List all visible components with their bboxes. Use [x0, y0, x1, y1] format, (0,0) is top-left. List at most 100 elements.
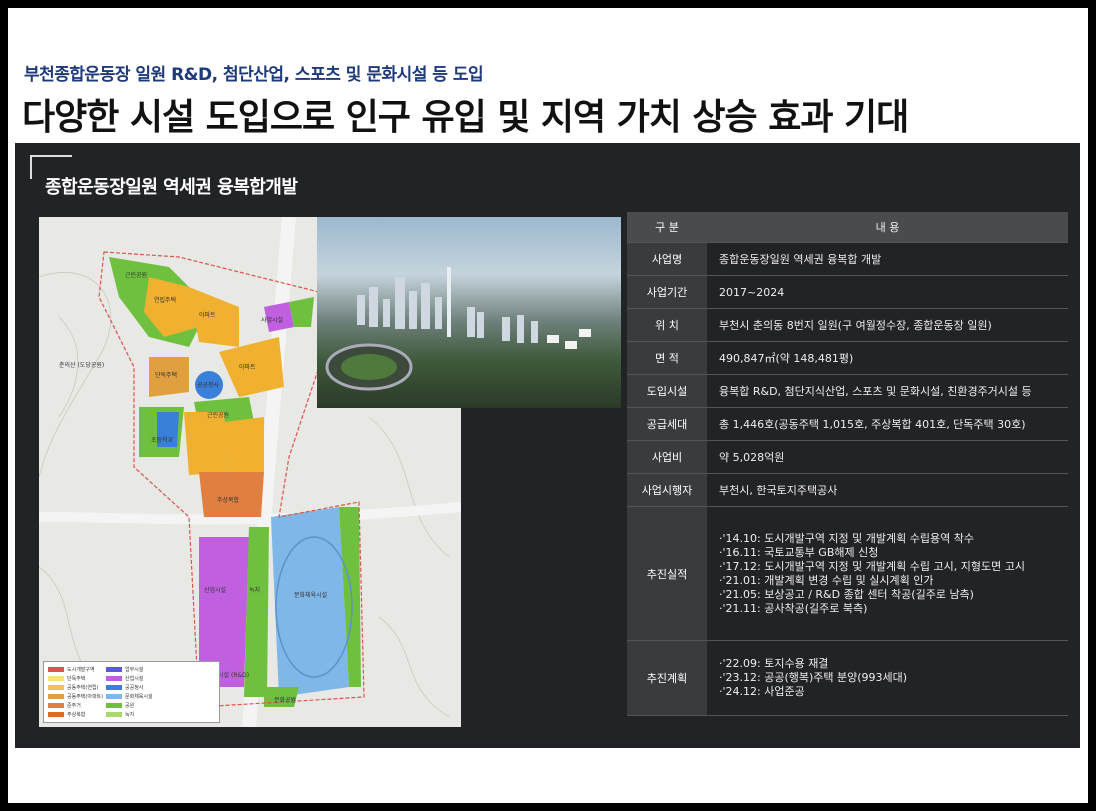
progress-list: ·'14.10: 도시개발구역 지정 및 개발계획 수립용역 착수 ·'16.1… [707, 506, 1068, 641]
map-label-apt2: 아파트 [239, 363, 256, 371]
legend-label: 도시개발구역 [67, 667, 95, 673]
map-legend: 도시개발구역 단독주택 공동주택(연립) 공동주택(아파트) 준주거 주상복합 … [43, 661, 220, 723]
legend-swatch [106, 694, 122, 699]
project-info-table: 구 분 내 용 사업명 종합운동장일원 역세권 융복합 개발 사업기간 2017~2… [627, 212, 1068, 716]
row-value: 약 5,028억원 [707, 440, 1068, 474]
legend-item: 녹지 [106, 711, 134, 718]
slide-subtitle: 부천종합운동장 일원 R&D, 첨단산업, 스포츠 및 문화시설 등 도입 [24, 65, 484, 85]
legend-label: 주상복합 [67, 712, 86, 718]
legend-swatch [48, 712, 64, 717]
map-label-mixed: 주상복합 [217, 496, 240, 504]
legend-swatch [48, 694, 64, 699]
map-label-apt1: 아파트 [199, 311, 216, 319]
row-key: 면 적 [627, 341, 707, 375]
plan-list: ·'22.09: 토지수용 재결 ·'23.12: 공공(행복)주택 분양(99… [707, 640, 1068, 716]
table-header-row: 구 분 내 용 [627, 212, 1068, 243]
map-label-res: 사업시설 [261, 316, 283, 324]
row-key: 사업기간 [627, 275, 707, 309]
legend-swatch [48, 685, 64, 690]
row-value: 총 1,446호(공동주택 1,015호, 주상복합 401호, 단독주택 30… [707, 407, 1068, 441]
legend-item: 단독주택 [48, 675, 85, 682]
legend-label: 공원 [125, 703, 135, 709]
progress-item: ·'16.11: 국토교통부 GB해제 신청 [719, 545, 879, 559]
row-key: 사업명 [627, 242, 707, 276]
legend-label: 공공청사 [125, 685, 144, 691]
row-key: 사업시행자 [627, 473, 707, 507]
legend-swatch [48, 667, 64, 672]
row-value: 융복합 R&D, 첨단지식산업, 스포츠 및 문화시설, 친환경주거시설 등 [707, 374, 1068, 408]
plan-item: ·'24.12: 사업준공 [719, 685, 805, 698]
row-key: 위 치 [627, 308, 707, 342]
row-value: 부천시 춘의동 8번지 일원(구 여월정수장, 종합운동장 일원) [707, 308, 1068, 342]
row-value: 종합운동장일원 역세권 융복합 개발 [707, 242, 1068, 276]
table-row-progress: 추진실적 ·'14.10: 도시개발구역 지정 및 개발계획 수립용역 착수 ·… [627, 506, 1068, 641]
row-key: 사업비 [627, 440, 707, 474]
table-row: 도입시설 융복합 R&D, 첨단지식산업, 스포츠 및 문화시설, 친환경주거시설… [627, 374, 1068, 408]
legend-item: 산업시설 [106, 675, 143, 682]
row-value: 490,847㎡(약 148,481평) [707, 341, 1068, 375]
legend-item: 공원 [106, 702, 134, 709]
legend-label: 준주거 [67, 703, 81, 709]
legend-swatch [106, 703, 122, 708]
content-panel: 종합운동장일원 역세권 융복합개발 근린공원 연립주택 아파트 사업시설 단독주… [15, 143, 1080, 748]
progress-item: ·'17.12: 도시개발구역 지정 및 개발계획 수립 고시, 지형도면 고시 [719, 559, 1025, 573]
row-value: 2017~2024 [707, 275, 1068, 309]
map-label-public1: 공공청사 [197, 381, 220, 389]
table-row: 위 치 부천시 춘의동 8번지 일원(구 여월정수장, 종합운동장 일원) [627, 308, 1068, 342]
map-label-school: 초등학교 [151, 436, 174, 444]
legend-item: 공공청사 [106, 684, 143, 691]
plan-item: ·'23.12: 공공(행복)주택 분양(993세대) [719, 671, 908, 684]
table-row: 면 적 490,847㎡(약 148,481평) [627, 341, 1068, 375]
legend-swatch [48, 676, 64, 681]
table-row: 사업비 약 5,028억원 [627, 440, 1068, 474]
map-label-cheonui: 춘의산 (도당공원) [59, 361, 104, 369]
table-row-plan: 추진계획 ·'22.09: 토지수용 재결 ·'23.12: 공공(행복)주택 … [627, 640, 1068, 716]
progress-item: ·'21.11: 공사착공(길주로 북측) [719, 601, 868, 615]
legend-swatch [48, 703, 64, 708]
section-title: 종합운동장일원 역세권 융복합개발 [45, 177, 298, 198]
table-row: 사업시행자 부천시, 한국토지주택공사 [627, 473, 1068, 507]
legend-swatch [106, 667, 122, 672]
legend-item: 준주거 [48, 702, 81, 709]
table-row: 사업명 종합운동장일원 역세권 융복합 개발 [627, 242, 1068, 276]
row-key: 공급세대 [627, 407, 707, 441]
map-label-industry: 산업시설 [204, 586, 226, 594]
progress-item: ·'21.05: 보상공고 / R&D 종합 센터 착공(길주로 남측) [719, 587, 974, 601]
map-label-park3: 문화공원 [274, 696, 296, 704]
plan-item: ·'22.09: 토지수용 재결 [719, 657, 829, 670]
row-key: 추진실적 [627, 506, 707, 641]
legend-label: 녹지 [125, 712, 135, 718]
legend-label: 공동주택(아파트) [67, 694, 104, 700]
aerial-rendering-image [317, 217, 621, 408]
legend-item: 문화체육시설 [106, 693, 153, 700]
legend-label: 공동주택(연립) [67, 685, 99, 691]
progress-item: ·'21.01: 개발계획 변경 수립 및 실시계획 인가 [719, 573, 934, 587]
progress-item: ·'14.10: 도시개발구역 지정 및 개발계획 수립용역 착수 [719, 531, 974, 545]
slide-title: 다양한 시설 도입으로 인구 유입 및 지역 가치 상승 효과 기대 [22, 97, 909, 138]
row-key: 도입시설 [627, 374, 707, 408]
row-value: 부천시, 한국토지주택공사 [707, 473, 1068, 507]
legend-label: 문화체육시설 [125, 694, 153, 700]
legend-item: 업무시설 [106, 666, 143, 673]
table-row: 사업기간 2017~2024 [627, 275, 1068, 309]
map-label-detached: 단독주택 [155, 371, 177, 379]
legend-swatch [106, 685, 122, 690]
map-label-park1: 근린공원 [125, 271, 147, 279]
aerial-illustration [325, 267, 591, 391]
legend-item: 공동주택(아파트) [48, 693, 103, 700]
legend-item: 도시개발구역 [48, 666, 95, 673]
legend-swatch [106, 712, 122, 717]
map-label-park2: 근린공원 [207, 411, 229, 419]
legend-label: 업무시설 [125, 667, 144, 673]
table-header-value: 내 용 [707, 212, 1068, 243]
legend-label: 단독주택 [67, 676, 86, 682]
table-header-key: 구 분 [627, 212, 707, 243]
map-label-sports: 문화체육시설 [294, 591, 327, 599]
legend-label: 산업시설 [125, 676, 144, 682]
table-row: 공급세대 총 1,446호(공동주택 1,015호, 주상복합 401호, 단독주… [627, 407, 1068, 441]
legend-item: 주상복합 [48, 711, 85, 718]
legend-item: 공동주택(연립) [48, 684, 99, 691]
map-label-green: 녹지 [249, 586, 260, 594]
map-label-house1: 연립주택 [154, 296, 176, 304]
slide: 부천종합운동장 일원 R&D, 첨단산업, 스포츠 및 문화시설 등 도입 다양… [8, 8, 1088, 803]
